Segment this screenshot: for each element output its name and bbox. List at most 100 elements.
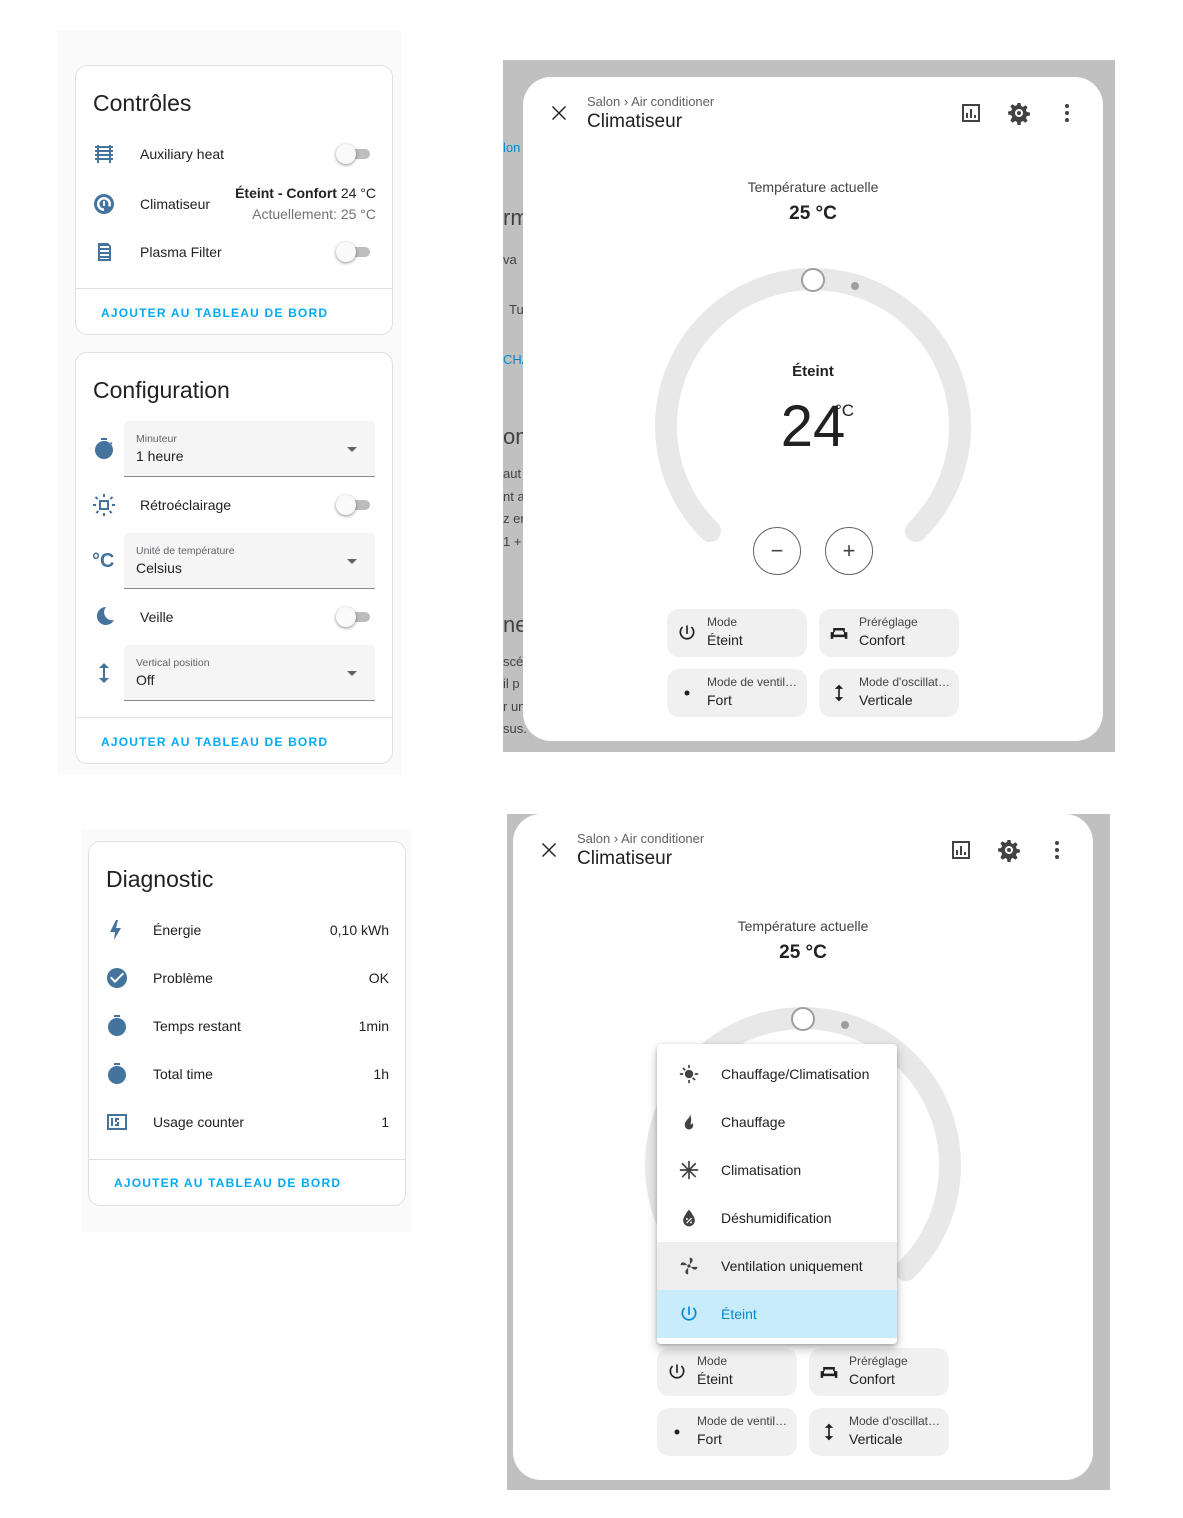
fan-mode-chip[interactable]: Mode de ventilation Fort: [657, 1408, 797, 1456]
entity-value: OK: [368, 970, 389, 986]
select-label: Vertical position: [136, 657, 210, 669]
card-title: Diagnostic: [106, 866, 214, 892]
breadcrumb-device[interactable]: Air conditioner: [621, 831, 704, 846]
dial-target-temperature: 24: [780, 394, 846, 459]
chip-value: Verticale: [849, 1431, 903, 1447]
add-to-dashboard-button[interactable]: AJOUTER AU TABLEAU DE BORD: [101, 306, 328, 320]
climate-current-temp: Actuellement: 25 °C: [252, 206, 376, 222]
entity-row-climatiseur[interactable]: Climatiseur Éteint - Confort 24 °C Actue…: [76, 182, 392, 226]
menu-item-fan-only[interactable]: Ventilation uniquement: [657, 1242, 897, 1290]
celsius-icon: °C: [92, 550, 115, 572]
vertical-position-select[interactable]: Vertical position Off: [124, 645, 375, 701]
menu-item-label: Éteint: [721, 1306, 757, 1322]
breadcrumb-area[interactable]: Salon: [587, 94, 620, 109]
background-fragment: il p: [503, 676, 520, 691]
timer-select[interactable]: Minuteur 1 heure: [124, 421, 375, 477]
entity-label: Total time: [153, 1066, 213, 1082]
water-percent-icon: [679, 1208, 699, 1228]
minus-icon: −: [770, 538, 784, 563]
add-to-dashboard-button[interactable]: AJOUTER AU TABLEAU DE BORD: [114, 1176, 341, 1190]
temperature-unit-select[interactable]: Unité de température Celsius: [124, 533, 375, 589]
config-row-sleep[interactable]: Veille: [76, 597, 392, 637]
history-chart-icon[interactable]: [959, 101, 983, 125]
plus-icon: +: [842, 538, 856, 563]
climate-state-target: 24 °C: [336, 185, 376, 201]
backlight-toggle[interactable]: [336, 495, 372, 515]
card-title: Contrôles: [93, 90, 192, 116]
auxiliary-heat-toggle[interactable]: [336, 144, 372, 164]
menu-item-cool[interactable]: Climatisation: [657, 1146, 897, 1194]
chip-label: Mode de ventilation: [707, 675, 799, 689]
config-row-timer: Minuteur 1 heure: [76, 421, 392, 477]
breadcrumb-area[interactable]: Salon: [577, 831, 610, 846]
menu-item-heat-cool[interactable]: Chauffage/Climatisation: [657, 1050, 897, 1098]
vertical-arrows-icon: [92, 661, 116, 685]
power-icon: [679, 1304, 699, 1324]
sleep-toggle[interactable]: [336, 607, 372, 627]
plasma-filter-toggle[interactable]: [336, 242, 372, 262]
history-chart-icon[interactable]: [949, 838, 973, 862]
diag-row-total-time[interactable]: Total time 1h: [89, 1054, 405, 1094]
entity-label: Veille: [140, 609, 174, 625]
swing-mode-chip[interactable]: Mode d'oscillation Verticale: [809, 1408, 949, 1456]
close-icon[interactable]: [537, 838, 561, 862]
breadcrumb: Salon › Air conditioner: [577, 831, 704, 846]
dialog-overlay[interactable]: Salon › Air conditioner Climatiseur Temp…: [507, 814, 1110, 1490]
select-value: Off: [136, 672, 155, 688]
close-icon[interactable]: [547, 101, 571, 125]
sofa-icon: [819, 1362, 839, 1382]
counter-icon: [105, 1110, 129, 1134]
dial-current-marker: [851, 282, 859, 290]
current-temperature-value: 25 °C: [789, 203, 837, 224]
chip-value: Verticale: [859, 692, 913, 708]
entity-row-plasma-filter[interactable]: Plasma Filter: [76, 232, 392, 272]
vertical-arrows-icon: [819, 1422, 839, 1442]
dropdown-arrow-icon: [347, 447, 357, 452]
settings-gear-icon[interactable]: [1007, 101, 1031, 125]
diag-row-problem[interactable]: Problème OK: [89, 958, 405, 998]
diag-row-energy[interactable]: Énergie 0,10 kWh: [89, 910, 405, 950]
menu-item-label: Climatisation: [721, 1162, 802, 1178]
chip-label: Mode d'oscillation: [849, 1414, 941, 1428]
menu-item-heat[interactable]: Chauffage: [657, 1098, 897, 1146]
fire-icon: [679, 1112, 699, 1132]
menu-item-label: Chauffage/Climatisation: [721, 1066, 870, 1082]
lightning-icon: [105, 918, 129, 942]
sleep-moon-icon: [92, 605, 116, 629]
entity-label: Plasma Filter: [140, 244, 222, 260]
dial-target-handle: [801, 268, 825, 292]
mode-chip[interactable]: Mode Éteint: [667, 609, 807, 657]
climate-dialog: Salon › Air conditioner Climatiseur Temp…: [523, 77, 1103, 741]
add-to-dashboard-button[interactable]: AJOUTER AU TABLEAU DE BORD: [101, 735, 328, 749]
entity-label: Rétroéclairage: [140, 497, 232, 513]
snowflake-icon: [679, 1160, 699, 1180]
settings-gear-icon[interactable]: [997, 838, 1021, 862]
breadcrumb-device[interactable]: Air conditioner: [631, 94, 714, 109]
more-vertical-icon[interactable]: [1045, 838, 1069, 862]
preset-chip[interactable]: Préréglage Confort: [819, 609, 959, 657]
card-divider: [76, 717, 392, 718]
current-temperature-label: Température actuelle: [747, 179, 879, 195]
diag-row-usage-counter[interactable]: Usage counter 1: [89, 1102, 405, 1142]
mode-chip[interactable]: Mode Éteint: [657, 1348, 797, 1396]
select-label: Minuteur: [136, 433, 177, 445]
chip-value: Confort: [849, 1371, 895, 1387]
increase-temperature-button[interactable]: +: [825, 527, 873, 575]
config-row-backlight[interactable]: Rétroéclairage: [76, 485, 392, 525]
swing-mode-chip[interactable]: Mode d'oscillation Verticale: [819, 669, 959, 717]
decrease-temperature-button[interactable]: −: [753, 527, 801, 575]
climate-dialog: Salon › Air conditioner Climatiseur Temp…: [513, 814, 1093, 1480]
diag-row-time-remaining[interactable]: Temps restant 1min: [89, 1006, 405, 1046]
preset-chip[interactable]: Préréglage Confort: [809, 1348, 949, 1396]
dialog-overlay[interactable]: lon rm va Tu CHA om aut nt a z en 1 + c …: [503, 60, 1115, 752]
fan-icon: [679, 1256, 699, 1276]
more-vertical-icon[interactable]: [1055, 101, 1079, 125]
thermostat-icon: [92, 192, 116, 216]
menu-item-off[interactable]: Éteint: [657, 1290, 897, 1338]
menu-item-dry[interactable]: Déshumidification: [657, 1194, 897, 1242]
entity-row-auxiliary-heat[interactable]: Auxiliary heat: [76, 134, 392, 174]
entity-label: Énergie: [153, 922, 202, 938]
fan-mode-chip[interactable]: Mode de ventilation Fort: [667, 669, 807, 717]
select-label: Unité de température: [136, 545, 235, 557]
check-circle-icon: [105, 966, 129, 990]
